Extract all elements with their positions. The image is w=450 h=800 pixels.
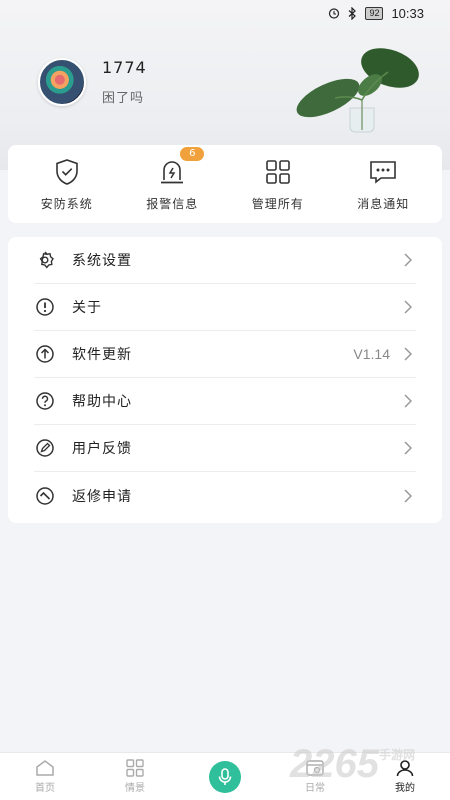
plant-decoration xyxy=(296,48,419,133)
mic-icon xyxy=(218,767,232,785)
menu-user-feedback[interactable]: 用户反馈 xyxy=(34,425,416,472)
message-icon xyxy=(370,160,397,184)
quick-security-system[interactable]: 安防系统 xyxy=(17,157,117,212)
menu-label: 关于 xyxy=(72,300,102,316)
username: 1774 xyxy=(102,58,147,77)
quick-label: 安防系统 xyxy=(40,196,93,211)
wrench-icon xyxy=(36,486,54,505)
nav-home[interactable]: 首页 xyxy=(0,759,90,794)
user-icon xyxy=(396,760,414,777)
chevron-right-icon xyxy=(404,253,412,267)
chevron-right-icon xyxy=(404,347,412,361)
chevron-right-icon xyxy=(404,488,412,503)
home-icon xyxy=(36,760,54,776)
menu-label: 软件更新 xyxy=(72,347,132,363)
quick-actions-card: 安防系统 6 报警信息 管理所有 消息通知 xyxy=(8,145,442,223)
chevron-right-icon xyxy=(404,441,412,455)
upload-icon xyxy=(36,345,54,363)
pen-icon xyxy=(36,439,54,457)
nav-scenes[interactable]: 情景 xyxy=(90,759,180,794)
alarm-count-badge: 6 xyxy=(180,146,205,161)
nav-daily[interactable]: 日常 xyxy=(270,759,360,794)
clock-time: 10:33 xyxy=(391,5,424,21)
bluetooth-icon xyxy=(349,6,357,20)
menu-about[interactable]: 关于 xyxy=(34,284,416,331)
bottom-navigation: 首页 情景 日常 我的 xyxy=(0,752,450,800)
quick-manage-all[interactable]: 管理所有 xyxy=(228,157,328,212)
alarm-light-icon xyxy=(161,160,184,183)
menu-software-update[interactable]: 软件更新 V1.14 xyxy=(34,331,416,378)
menu-label: 返修申请 xyxy=(72,488,132,505)
nav-label: 情景 xyxy=(125,783,145,794)
daily-icon xyxy=(306,760,324,776)
gear-icon xyxy=(39,251,54,269)
alarm-clock-icon xyxy=(329,8,340,19)
quick-label: 消息通知 xyxy=(357,196,410,211)
quick-notifications[interactable]: 消息通知 xyxy=(333,157,433,212)
menu-label: 系统设置 xyxy=(72,253,132,269)
battery-level: 92 xyxy=(365,6,384,20)
status-bar: 92 10:33 xyxy=(0,0,450,26)
quick-label: 报警信息 xyxy=(146,196,199,211)
version-value: V1.14 xyxy=(353,346,390,362)
nav-label: 我的 xyxy=(395,783,415,794)
shield-check-icon xyxy=(55,158,78,185)
scene-grid-icon xyxy=(126,759,144,777)
menu-label: 帮助中心 xyxy=(72,394,132,410)
quick-alarm-info[interactable]: 6 报警信息 xyxy=(122,146,222,212)
grid-icon xyxy=(265,159,290,184)
user-signature: 困了吗 xyxy=(102,91,145,106)
menu-help-center[interactable]: 帮助中心 xyxy=(34,378,416,425)
menu-system-settings[interactable]: 系统设置 xyxy=(34,237,416,284)
nav-label: 日常 xyxy=(305,783,325,794)
info-icon xyxy=(36,298,54,316)
chevron-right-icon xyxy=(404,394,412,408)
nav-voice[interactable] xyxy=(180,760,270,793)
help-icon xyxy=(36,392,54,410)
nav-label: 首页 xyxy=(35,783,55,794)
avatar[interactable] xyxy=(38,58,86,106)
nav-mine[interactable]: 我的 xyxy=(360,759,450,794)
menu-repair-request[interactable]: 返修申请 xyxy=(34,472,416,519)
menu-label: 用户反馈 xyxy=(72,441,132,457)
profile-header[interactable]: 1774 困了吗 xyxy=(38,58,147,106)
voice-button[interactable] xyxy=(209,760,241,793)
settings-menu: 系统设置 关于 软件更新 V1.14 帮助中心 用户反馈 返修申请 xyxy=(8,237,442,523)
quick-label: 管理所有 xyxy=(251,196,304,211)
chevron-right-icon xyxy=(404,300,412,314)
